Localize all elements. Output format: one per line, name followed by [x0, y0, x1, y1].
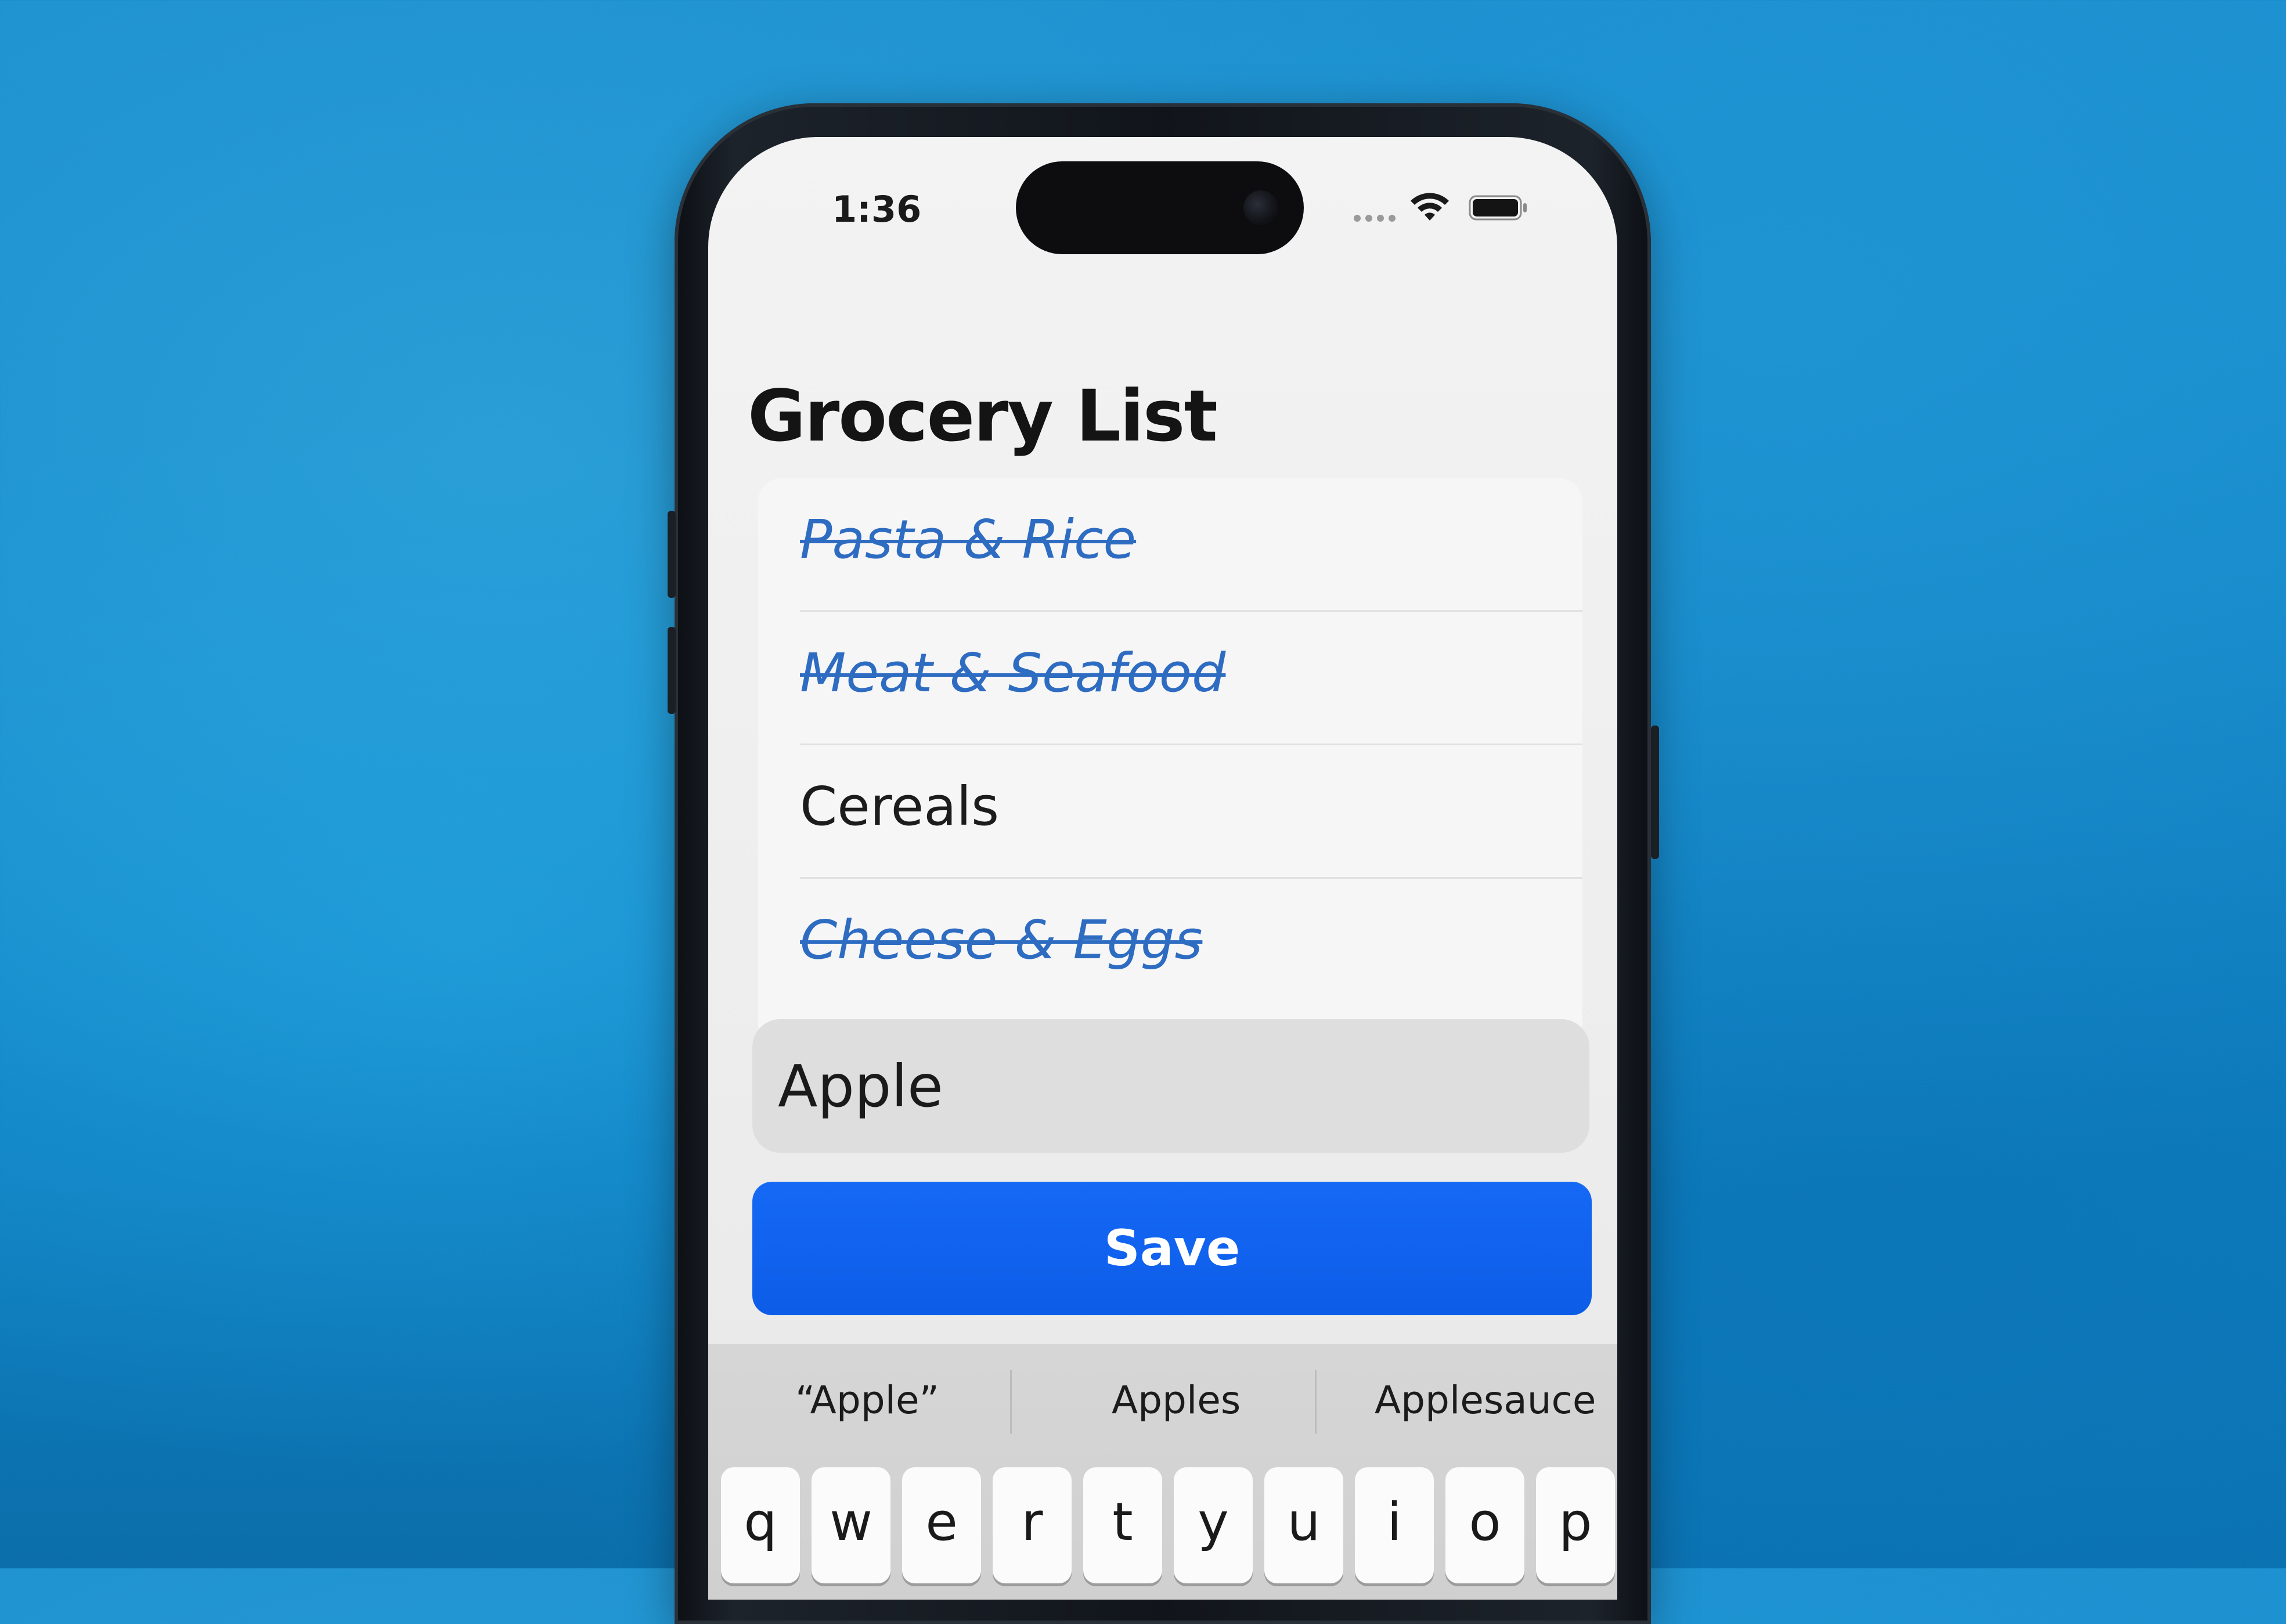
power-button [1651, 726, 1659, 859]
key-label: w [830, 1492, 872, 1553]
suggestion-3[interactable]: Applesauce [1375, 1378, 1596, 1423]
wifi-icon [1411, 193, 1449, 221]
list-item-label: Meat & Seafood [800, 642, 1226, 704]
key-t[interactable]: t [1083, 1467, 1162, 1583]
list-item[interactable]: Cereals [758, 745, 1582, 879]
keyboard: “Apple” Apples Applesauce q w e r t y u … [708, 1344, 1617, 1600]
volume-up-button [668, 511, 676, 598]
key-label: t [1112, 1492, 1133, 1553]
phone-screen: 1:36 Grocery List Pasta & Rice Meat & Se… [708, 137, 1617, 1600]
dynamic-island [1016, 161, 1304, 254]
item-input-value: Apple [778, 1052, 943, 1120]
suggestion-divider [1010, 1370, 1012, 1434]
list-item-label: Cheese & Eggs [800, 909, 1203, 971]
front-camera-icon [1243, 190, 1278, 225]
list-item[interactable]: Pasta & Rice [758, 478, 1582, 612]
key-e[interactable]: e [902, 1467, 981, 1583]
key-p[interactable]: p [1536, 1467, 1615, 1583]
key-label: i [1387, 1492, 1402, 1553]
key-o[interactable]: o [1445, 1467, 1524, 1583]
key-r[interactable]: r [993, 1467, 1072, 1583]
key-label: u [1287, 1492, 1321, 1553]
list-item-label: Cereals [800, 775, 1000, 838]
save-button-label: Save [1104, 1219, 1241, 1277]
key-q[interactable]: q [721, 1467, 800, 1583]
cellular-signal-icon [1354, 215, 1396, 222]
key-label: o [1469, 1492, 1501, 1553]
page-title: Grocery List [748, 375, 1218, 457]
key-w[interactable]: w [812, 1467, 890, 1583]
list-item[interactable]: Cheese & Eggs [758, 879, 1582, 1012]
list-item[interactable]: Meat & Seafood [758, 612, 1582, 745]
battery-icon [1469, 195, 1527, 221]
key-label: y [1198, 1492, 1229, 1553]
suggestion-2[interactable]: Apples [1112, 1378, 1241, 1423]
status-time: 1:36 [832, 188, 922, 230]
key-u[interactable]: u [1264, 1467, 1343, 1583]
grocery-list: Pasta & Rice Meat & Seafood Cereals Chee… [758, 478, 1582, 1047]
key-label: e [925, 1492, 958, 1553]
item-input-field[interactable]: Apple [752, 1019, 1589, 1153]
save-button[interactable]: Save [752, 1182, 1592, 1315]
key-label: q [744, 1492, 777, 1553]
volume-down-button [668, 627, 676, 714]
suggestion-1[interactable]: “Apple” [795, 1378, 939, 1423]
key-label: r [1021, 1492, 1043, 1553]
suggestion-divider [1315, 1370, 1317, 1434]
key-label: p [1559, 1492, 1592, 1553]
list-item-label: Pasta & Rice [800, 508, 1137, 571]
key-y[interactable]: y [1174, 1467, 1253, 1583]
key-i[interactable]: i [1355, 1467, 1434, 1583]
